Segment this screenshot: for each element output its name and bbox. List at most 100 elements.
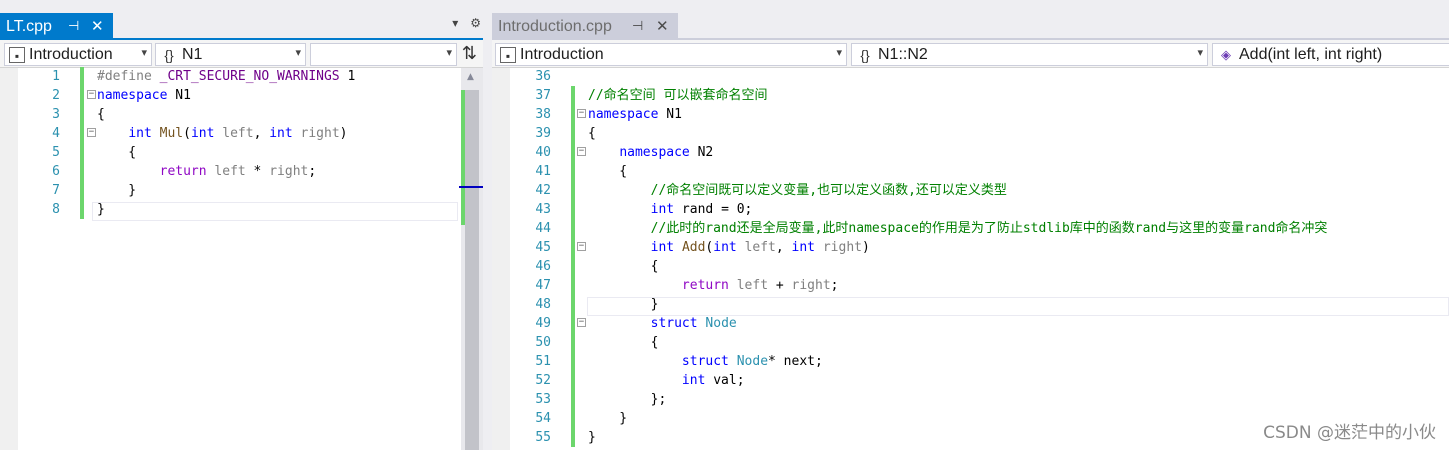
tab-lt-cpp[interactable]: LT.cpp ⊣ ✕ xyxy=(0,13,113,40)
chevron-down-icon: ▾ xyxy=(446,47,452,59)
code-line[interactable]: 4− int Mul(int left, int right) xyxy=(0,124,483,143)
code-token: ( xyxy=(183,126,191,141)
line-number: 1 xyxy=(52,69,60,84)
code-line[interactable]: 37 //命名空间 可以嵌套命名空间 xyxy=(492,86,1449,105)
pin-icon[interactable]: ⊣ xyxy=(632,18,643,34)
code-line[interactable]: 48 } xyxy=(492,295,1449,314)
code-line[interactable]: 44 //此时的rand还是全局变量,此时namespace的作用是为了防止st… xyxy=(492,219,1449,238)
close-icon[interactable]: ✕ xyxy=(656,17,669,35)
member-dropdown[interactable]: ▾ xyxy=(310,43,457,66)
code-line[interactable]: 50 { xyxy=(492,333,1449,352)
change-indicator xyxy=(80,143,84,162)
close-icon[interactable]: ✕ xyxy=(91,17,104,35)
code-line[interactable]: 3{ xyxy=(0,105,483,124)
code-line[interactable]: 8} xyxy=(0,200,483,219)
code-token: int xyxy=(269,126,293,141)
code-token: val; xyxy=(705,373,745,388)
change-indicator xyxy=(80,162,84,181)
code-line[interactable]: 41 { xyxy=(492,162,1449,181)
pane-splitter[interactable] xyxy=(483,0,492,450)
code-text: return left * right; xyxy=(97,162,317,181)
code-line[interactable]: 52 int val; xyxy=(492,371,1449,390)
namespace-icon: {} xyxy=(164,46,174,63)
change-indicator xyxy=(571,371,575,390)
code-line[interactable]: 49 − struct Node xyxy=(492,314,1449,333)
code-line[interactable]: 45 − int Add(int left, int right) xyxy=(492,238,1449,257)
code-line[interactable]: 42 //命名空间既可以定义变量,也可以定义函数,还可以定义类型 xyxy=(492,181,1449,200)
collapse-icon[interactable]: − xyxy=(577,318,586,327)
left-navigation-bar: ▪ Introduction ▾ {} N1 ▾ ▾ ⇅ xyxy=(0,40,483,68)
code-token: , xyxy=(775,240,792,255)
collapse-icon[interactable]: − xyxy=(577,109,586,118)
code-text: #define _CRT_SECURE_NO_WARNINGS 1 xyxy=(97,67,355,86)
code-text: int val; xyxy=(588,371,745,390)
code-token: rand = 0; xyxy=(674,202,753,217)
code-line[interactable]: 5 { xyxy=(0,143,483,162)
code-token: ) xyxy=(861,240,870,255)
code-token: } xyxy=(588,297,659,312)
member-dropdown[interactable]: ◈ Add(int left, int right) xyxy=(1212,43,1449,66)
code-token: int xyxy=(190,126,215,141)
code-text: return left + right; xyxy=(588,276,839,295)
code-token: int xyxy=(128,126,152,141)
right-code-editor[interactable]: 36 37//命名空间 可以嵌套命名空间 38− namespace N1 39{40−… xyxy=(492,68,1449,450)
change-indicator xyxy=(80,200,84,219)
chevron-down-icon: ▾ xyxy=(141,47,147,59)
scope-dropdown[interactable]: {} N1::N2 ▾ xyxy=(851,43,1208,66)
collapse-icon[interactable]: − xyxy=(87,90,96,99)
code-text: } xyxy=(588,428,596,447)
tab-introduction-cpp[interactable]: Introduction.cpp ⊣ ✕ xyxy=(492,13,678,40)
code-line[interactable]: 38 − namespace N1 xyxy=(492,105,1449,124)
scope-dropdown[interactable]: {} N1 ▾ xyxy=(155,43,306,66)
code-line[interactable]: 46 { xyxy=(492,257,1449,276)
code-line[interactable]: 47 return left + right; xyxy=(492,276,1449,295)
code-text: { xyxy=(588,333,659,352)
project-dropdown[interactable]: ▪ Introduction ▾ xyxy=(495,43,847,66)
code-line[interactable]: 39 { xyxy=(492,124,1449,143)
code-line[interactable]: 53 }; xyxy=(492,390,1449,409)
code-token: ; xyxy=(308,164,317,179)
code-line[interactable]: 7 } xyxy=(0,181,483,200)
code-line[interactable]: 6 return left * right; xyxy=(0,162,483,181)
left-code-editor[interactable]: ▲ 1 #define _CRT_SECURE_NO_WARNINGS 1 2− na… xyxy=(0,67,483,450)
change-indicator xyxy=(571,181,575,200)
code-token: 1 xyxy=(339,69,356,84)
pin-icon[interactable]: ⊣ xyxy=(68,18,79,34)
collapse-icon[interactable]: − xyxy=(577,242,586,251)
code-text: //命名空间 可以嵌套命名空间 xyxy=(588,86,767,105)
change-indicator xyxy=(571,276,575,295)
code-token: Node xyxy=(736,354,769,369)
code-line[interactable]: 40 − namespace N2 xyxy=(492,143,1449,162)
code-token: N2 xyxy=(689,145,714,160)
code-line[interactable]: 1 #define _CRT_SECURE_NO_WARNINGS 1 xyxy=(0,67,483,86)
code-text: { xyxy=(588,257,659,276)
gear-icon[interactable]: ⚙ xyxy=(470,16,481,30)
collapse-icon[interactable]: − xyxy=(577,147,586,156)
code-line[interactable]: 2 − namespace N1 xyxy=(0,86,483,105)
code-line[interactable]: 43 int rand = 0; xyxy=(492,200,1449,219)
code-line[interactable]: 36 xyxy=(492,67,1449,86)
code-text: } xyxy=(97,181,136,200)
scope-label: N1::N2 xyxy=(878,45,928,63)
change-indicator xyxy=(571,409,575,428)
code-token: Node xyxy=(705,316,737,331)
split-window-icon[interactable]: ⇅ xyxy=(462,43,477,64)
change-indicator xyxy=(571,105,575,124)
line-number: 39 xyxy=(535,126,551,141)
chevron-down-icon: ▾ xyxy=(836,47,842,59)
code-line[interactable]: 51 struct Node* next; xyxy=(492,352,1449,371)
change-indicator xyxy=(80,181,84,200)
line-number: 36 xyxy=(535,69,551,84)
chevron-down-icon: ▾ xyxy=(295,47,301,59)
change-indicator xyxy=(571,200,575,219)
code-token: right xyxy=(791,278,831,293)
tab-list-dropdown-icon[interactable]: ▾ xyxy=(452,16,458,30)
line-number: 48 xyxy=(535,297,551,312)
project-icon: ▪ xyxy=(9,46,25,63)
project-dropdown[interactable]: ▪ Introduction ▾ xyxy=(4,43,152,66)
code-text: //此时的rand还是全局变量,此时namespace的作用是为了防止stdli… xyxy=(588,219,1328,238)
collapse-icon[interactable]: − xyxy=(87,128,96,137)
